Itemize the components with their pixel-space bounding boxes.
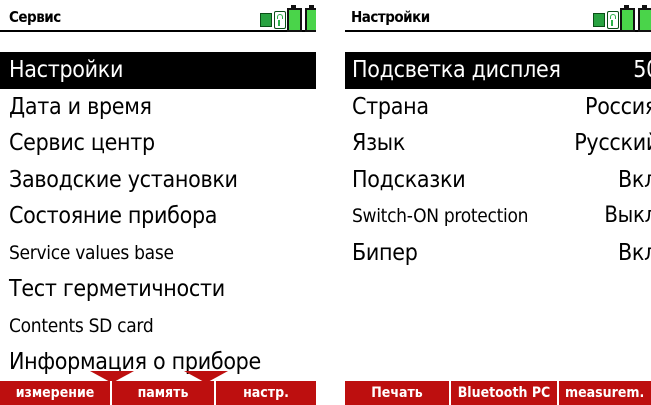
setting-label: Switch-ON protection <box>352 205 529 227</box>
bluetooth-icon <box>260 13 272 27</box>
battery-icon <box>638 5 651 32</box>
bluetooth-icon <box>593 13 605 27</box>
battery-icon <box>287 5 302 32</box>
menu-item-label: Дата и время <box>9 93 152 120</box>
setting-label: Язык <box>352 130 406 156</box>
screen-title: Сервис <box>9 8 61 26</box>
title-bar: Сервис <box>0 4 316 32</box>
status-icons <box>593 5 651 32</box>
setting-label: Бипер <box>352 239 418 266</box>
setting-label: Подсветка дисплея <box>352 57 561 83</box>
setting-label: Страна <box>352 93 429 120</box>
menu-item-label: Contents SD card <box>9 314 154 337</box>
menu-item-label: Состояние прибора <box>9 203 218 229</box>
menu-item-sd-card-contents[interactable]: Contents SD card <box>0 308 316 345</box>
menu-item-label: Service values base <box>9 241 174 264</box>
battery-icon <box>620 5 635 32</box>
menu-item-label: Настройки <box>9 57 124 83</box>
setting-value: Россия <box>585 93 651 120</box>
setting-value: Выкл <box>604 203 651 228</box>
menu-item-label: Сервис центр <box>9 130 155 156</box>
menu-item-leak-test[interactable]: Тест герметичности <box>0 271 316 308</box>
setting-value: Вкл <box>617 239 651 266</box>
setting-value: Русский <box>574 130 651 156</box>
menu-item-date-time[interactable]: Дата и время <box>0 89 316 126</box>
wifi-icon <box>274 11 286 29</box>
softkey-bluetooth-pc[interactable]: Bluetooth PC <box>449 381 557 405</box>
menu-item-service-center[interactable]: Сервис центр <box>0 125 316 162</box>
menu-item-settings[interactable]: Настройки <box>0 52 316 89</box>
setting-display-backlight[interactable]: Подсветка дисплея 50 <box>345 52 651 89</box>
setting-label: Подсказки <box>352 166 466 193</box>
service-menu: Настройки Дата и время Сервис центр Заво… <box>0 52 316 381</box>
softkey-print[interactable]: Печать <box>345 381 449 405</box>
menu-item-label: Тест герметичности <box>9 276 225 302</box>
wifi-icon <box>607 11 619 29</box>
menu-item-service-values-base[interactable]: Service values base <box>0 235 316 272</box>
menu-item-device-status[interactable]: Состояние прибора <box>0 198 316 235</box>
softkey-bar: Печать Bluetooth PC measurem. <box>345 381 651 405</box>
softkey-settings[interactable]: настр. <box>214 381 316 405</box>
setting-country[interactable]: Страна Россия <box>345 89 651 126</box>
softkey-measurement[interactable]: measurem. <box>557 381 651 405</box>
menu-item-device-info[interactable]: Информация о приборе <box>0 344 316 381</box>
battery-icon <box>305 5 316 32</box>
status-icons <box>260 5 316 32</box>
service-screen: Сервис Настройки Дата и время Сервис цен… <box>0 0 316 405</box>
setting-hints[interactable]: Подсказки Вкл <box>345 162 651 199</box>
title-bar: Настройки <box>345 4 651 32</box>
setting-switch-on-protection[interactable]: Switch-ON protection Выкл <box>345 198 651 235</box>
setting-value: Вкл <box>617 166 651 193</box>
setting-value: 50 <box>633 57 651 83</box>
settings-screen: Настройки Подсветка дисплея 50 Страна Ро… <box>345 0 651 405</box>
menu-item-label: Заводские установки <box>9 166 238 193</box>
softkey-bar: измерение память настр. <box>0 381 316 405</box>
setting-language[interactable]: Язык Русский <box>345 125 651 162</box>
setting-beeper[interactable]: Бипер Вкл <box>345 235 651 272</box>
settings-menu: Подсветка дисплея 50 Страна Россия Язык … <box>345 52 651 271</box>
softkey-measurement[interactable]: измерение <box>0 381 110 405</box>
softkey-memory[interactable]: память <box>110 381 214 405</box>
screen-title: Настройки <box>351 8 430 26</box>
menu-item-factory-settings[interactable]: Заводские установки <box>0 162 316 199</box>
